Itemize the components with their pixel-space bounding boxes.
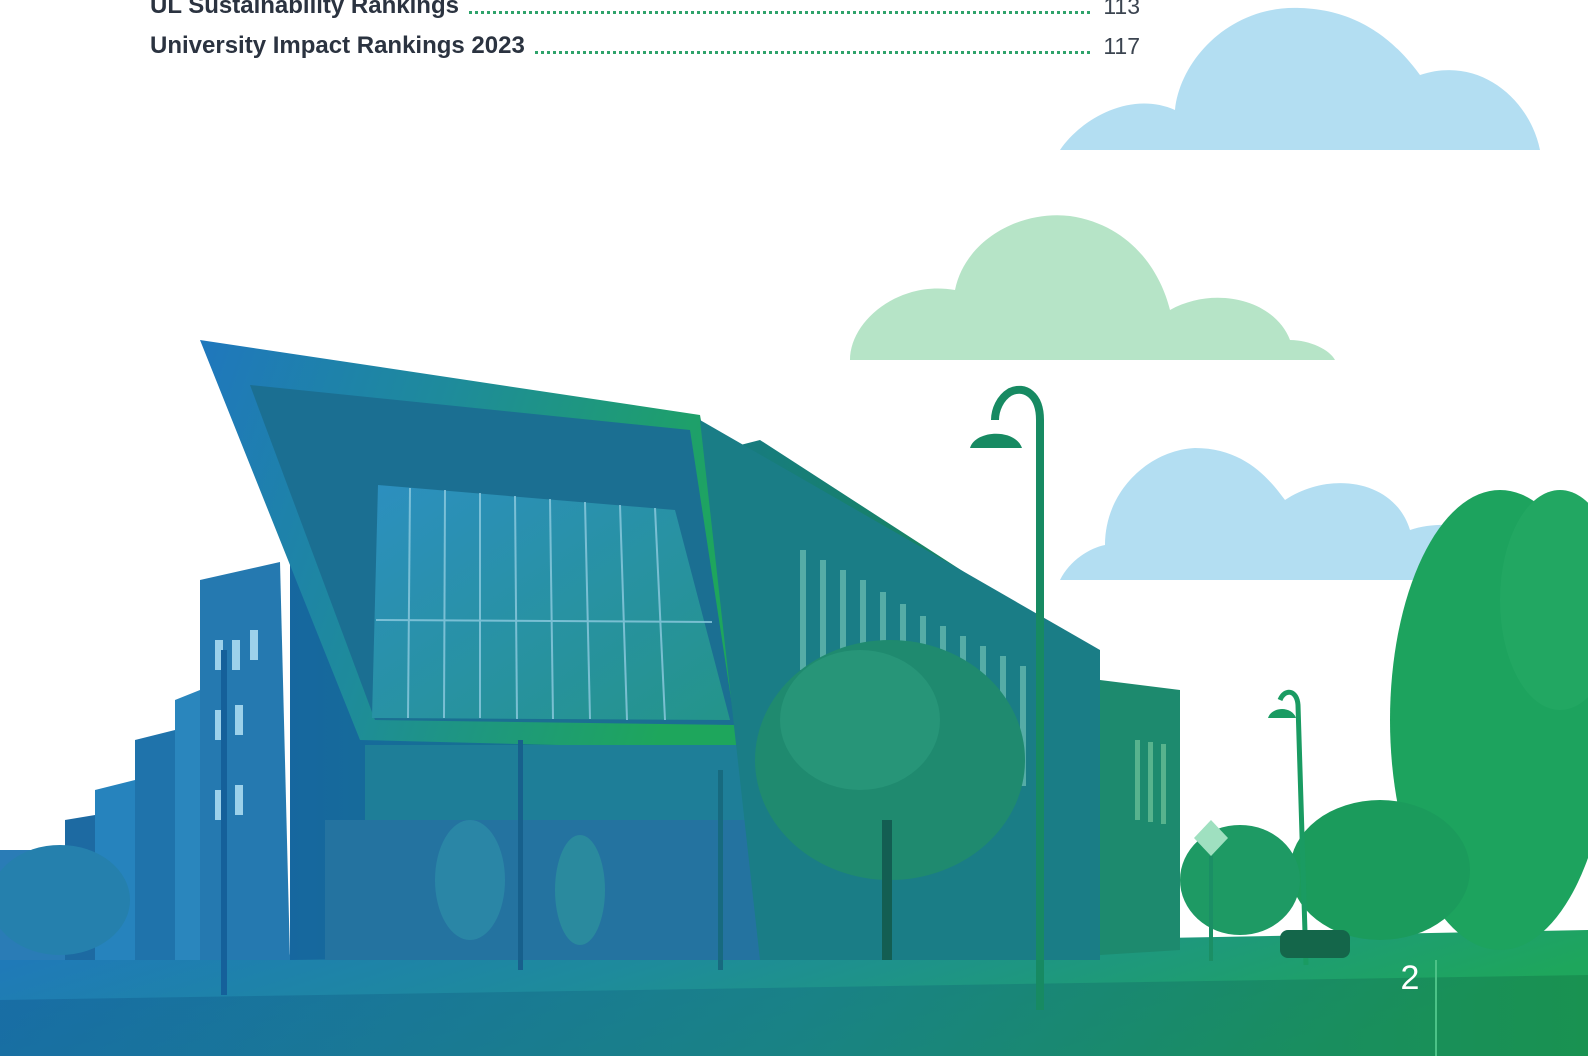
- dot-leader: [534, 51, 1090, 54]
- page-number: 2: [1400, 959, 1420, 997]
- toc-entry-title[interactable]: UL Sustainability Rankings: [150, 0, 469, 20]
- cover-illustration: [0, 7, 1588, 1056]
- toc-entry-page[interactable]: 113: [1090, 0, 1140, 20]
- cloud-middle-green: [850, 215, 1335, 360]
- toc-entry-page[interactable]: 117: [1090, 32, 1140, 60]
- toc-entry[interactable]: University Impact Rankings 2023 117: [150, 24, 1140, 60]
- page-number-rule: [1435, 960, 1437, 1056]
- toc-entry[interactable]: UL Sustainability Rankings 113: [150, 0, 1140, 20]
- toc-entry-title[interactable]: University Impact Rankings 2023: [150, 32, 535, 60]
- dot-leader: [468, 11, 1090, 14]
